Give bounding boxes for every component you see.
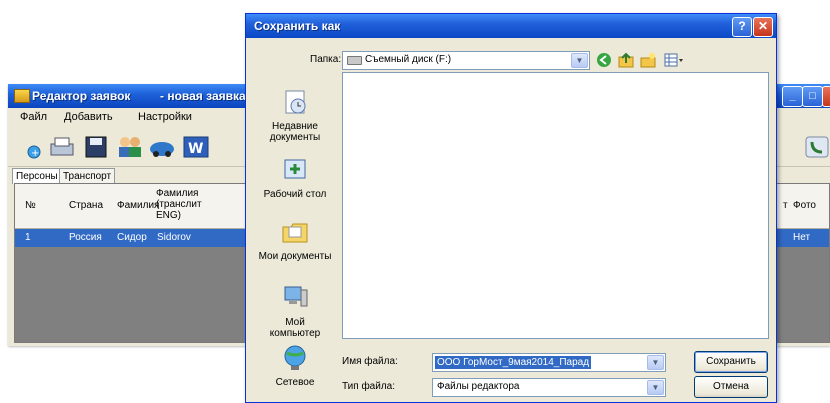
col-translit[interactable]: Фамилия (транслит ENG) xyxy=(156,188,202,221)
col-country[interactable]: Страна xyxy=(69,200,103,211)
help-button[interactable]: ? xyxy=(732,17,752,37)
cell-photo: Нет xyxy=(793,232,811,243)
computer-icon xyxy=(284,286,308,307)
col-num[interactable]: № xyxy=(25,200,36,211)
folder-value: Съемный диск (F:) xyxy=(365,54,452,65)
place-desktop-label: Рабочий стол xyxy=(263,189,327,200)
back-icon[interactable] xyxy=(596,52,612,68)
network-icon xyxy=(284,345,306,370)
filename-value: ООО ГорМост_9мая2014_Парад xyxy=(435,356,592,369)
close-button[interactable] xyxy=(822,86,830,107)
users-icon[interactable] xyxy=(116,134,144,160)
place-network-label: Сетевое xyxy=(275,377,315,388)
place-desktop[interactable]: Рабочий стол xyxy=(252,156,338,200)
folder-label: Папка: xyxy=(310,54,342,65)
place-my-documents[interactable]: Мои документы xyxy=(252,218,338,262)
phone-icon[interactable] xyxy=(804,134,830,160)
col-t[interactable]: т xyxy=(783,200,788,211)
tab-persons[interactable]: Персоны xyxy=(12,168,62,184)
printer-icon[interactable] xyxy=(48,134,76,160)
dialog-title: Сохранить как xyxy=(254,19,341,33)
folder-select[interactable]: Съемный диск (F:) ▼ xyxy=(342,51,590,70)
dialog-close-button[interactable]: ✕ xyxy=(753,17,773,37)
place-recent-label: Недавние документы xyxy=(269,121,321,143)
place-my-computer-label: Мой компьютер xyxy=(269,317,321,339)
chevron-down-icon[interactable]: ▼ xyxy=(647,355,664,370)
filetype-label: Тип файла: xyxy=(342,381,395,392)
cell-surname: Сидор xyxy=(117,232,147,243)
minimize-button[interactable]: _ xyxy=(782,86,803,107)
dialog-title-bar: Сохранить как ? ✕ xyxy=(246,14,776,38)
col-photo[interactable]: Фото xyxy=(793,200,816,211)
menu-settings[interactable]: Настройки xyxy=(138,111,192,123)
menu-file[interactable]: Файл xyxy=(20,111,47,123)
new-folder-icon[interactable] xyxy=(640,52,656,68)
my-documents-icon xyxy=(282,223,308,243)
menu-add[interactable]: Добавить xyxy=(64,111,113,123)
up-folder-icon[interactable] xyxy=(618,52,634,68)
cell-num: 1 xyxy=(25,232,31,243)
tab-transport[interactable]: Транспорт xyxy=(59,168,116,184)
filename-input[interactable]: ООО ГорМост_9мая2014_Парад ▼ xyxy=(432,353,666,372)
save-icon[interactable] xyxy=(82,134,110,160)
cancel-button[interactable]: Отмена xyxy=(694,376,768,398)
desktop-icon xyxy=(284,159,306,179)
app-icon xyxy=(14,89,30,103)
svg-text:W: W xyxy=(188,141,203,157)
chevron-down-icon[interactable]: ▼ xyxy=(571,53,588,68)
svg-text:+: + xyxy=(31,148,39,159)
place-recent[interactable]: Недавние документы xyxy=(252,88,338,143)
col-surname[interactable]: Фамилия xyxy=(117,200,159,211)
file-list[interactable] xyxy=(342,72,769,339)
filetype-select[interactable]: Файлы редактора ▼ xyxy=(432,378,666,397)
view-menu-icon[interactable] xyxy=(664,52,686,68)
nav-toolbar xyxy=(596,52,692,68)
filename-label: Имя файла: xyxy=(342,356,398,367)
chevron-down-icon[interactable]: ▼ xyxy=(647,380,664,395)
removable-drive-icon xyxy=(347,56,362,65)
word-icon[interactable]: W xyxy=(182,134,210,160)
place-my-computer[interactable]: Мой компьютер xyxy=(252,284,338,339)
place-my-documents-label: Мои документы xyxy=(258,251,332,262)
recent-documents-icon xyxy=(285,90,306,114)
maximize-button[interactable]: □ xyxy=(802,86,823,107)
cell-translit: Sidorov xyxy=(157,232,191,243)
cell-country: Россия xyxy=(69,232,102,243)
places-bar: Недавние документы Рабочий стол Мои доку… xyxy=(252,70,338,400)
filetype-value: Файлы редактора xyxy=(437,381,520,392)
editor-title: Редактор заявок xyxy=(32,89,131,103)
save-button[interactable]: Сохранить xyxy=(694,351,768,373)
editor-subtitle: - новая заявка xyxy=(160,89,246,103)
transport-icon[interactable] xyxy=(148,134,176,160)
place-network[interactable]: Сетевое xyxy=(252,344,338,388)
save-as-dialog: Сохранить как ? ✕ Папка: Съемный диск (F… xyxy=(245,13,777,403)
